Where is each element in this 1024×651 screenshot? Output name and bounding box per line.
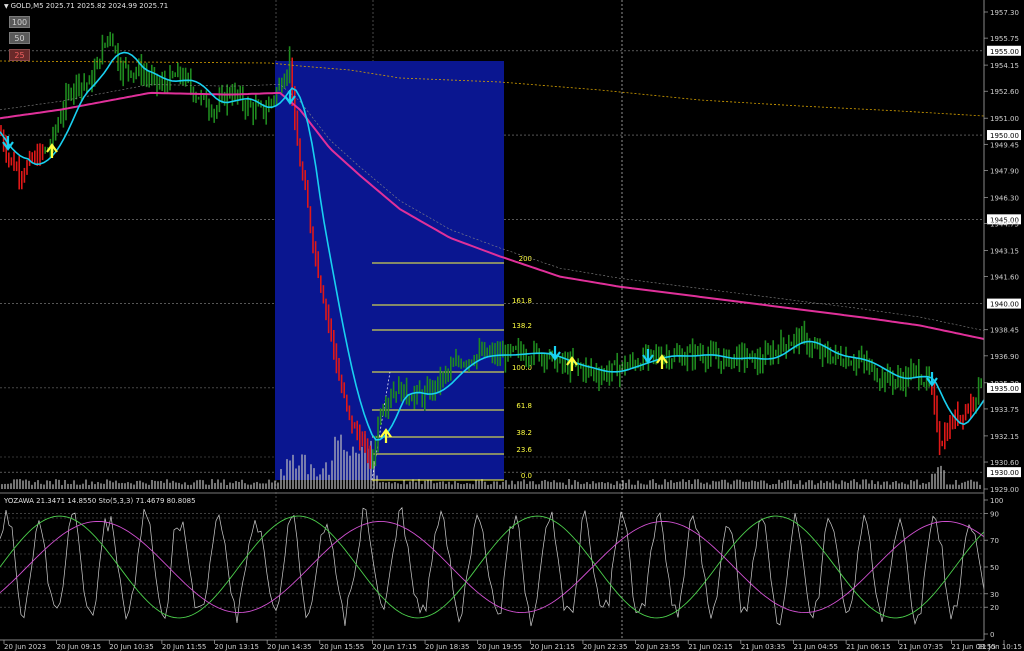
oscillator-axis-label: 70 — [990, 537, 999, 545]
price-chart[interactable]: 200161.8138.2100.061.838.223.60.0 1957.3… — [0, 0, 1024, 651]
price-label: 1935.00 — [990, 385, 1019, 393]
time-label: 20 Jun 10:35 — [109, 643, 153, 651]
price-label: 1933.75 — [990, 406, 1019, 414]
oscillator-axis: 100 90 70 50 30 20 0 — [984, 497, 1003, 639]
price-label: 1955.00 — [990, 48, 1019, 56]
time-label: 20 Jun 19:55 — [478, 643, 522, 651]
symbol-label: GOLD,M5 2025.71 2025.82 2024.99 2025.71 — [10, 2, 169, 10]
price-label: 1952.60 — [990, 88, 1019, 96]
time-label: 21 Jun 04:55 — [793, 643, 837, 651]
time-label: 20 Jun 21:15 — [530, 643, 574, 651]
price-axis: 1957.30 1955.75 1955.00 1954.15 1952.60 1951.… — [984, 9, 1021, 494]
price-label: 1930.00 — [990, 469, 1019, 477]
time-label: 21 Jun 10:15 — [978, 643, 1022, 651]
fib-level-label: 138.2 — [512, 322, 532, 330]
price-label: 1940.00 — [990, 301, 1019, 309]
time-label: 20 Jun 18:35 — [425, 643, 469, 651]
price-label: 1943.15 — [990, 248, 1019, 256]
price-label: 1941.60 — [990, 274, 1019, 282]
oscillator-axis-label: 20 — [990, 604, 999, 612]
oscillator-axis-label: 90 — [990, 510, 999, 518]
oscillator-axis-label: 0 — [990, 631, 994, 639]
zoom-100-button[interactable]: 100 — [9, 16, 30, 28]
fib-level-label: 23.6 — [516, 446, 532, 454]
price-label: 1947.90 — [990, 167, 1019, 175]
time-label: 20 Jun 14:35 — [267, 643, 311, 651]
fib-level-label: 38.2 — [516, 429, 532, 437]
oscillator-axis-label: 100 — [990, 497, 1003, 505]
fib-level-label: 0.0 — [521, 472, 532, 480]
price-label: 1949.45 — [990, 141, 1019, 149]
time-label: 20 Jun 11:55 — [162, 643, 206, 651]
time-label: 21 Jun 03:35 — [741, 643, 785, 651]
oscillator-header: YOZAWA 21.3471 14.8550 Sto(5,3,3) 71.467… — [4, 497, 196, 505]
chart-header: ▼ GOLD,M5 2025.71 2025.82 2024.99 2025.71 — [4, 2, 168, 10]
fib-level-label: 61.8 — [516, 402, 532, 410]
time-label: 21 Jun 06:15 — [846, 643, 890, 651]
fib-level-label: 200 — [519, 255, 532, 263]
price-label: 1955.75 — [990, 35, 1019, 43]
price-label: 1950.00 — [990, 132, 1019, 140]
time-label: 20 Jun 13:15 — [215, 643, 259, 651]
oscillator-lines — [0, 506, 985, 627]
arrow-up-icon — [46, 143, 58, 158]
time-label: 20 Jun 23:55 — [636, 643, 680, 651]
time-label: 21 Jun 02:15 — [688, 643, 732, 651]
zoom-25-button[interactable]: 25 — [9, 49, 30, 61]
price-label: 1946.30 — [990, 194, 1019, 202]
price-label: 1930.60 — [990, 459, 1019, 467]
time-label: 20 Jun 2023 — [4, 643, 46, 651]
dropdown-icon[interactable]: ▼ — [4, 3, 9, 10]
price-label: 1938.45 — [990, 327, 1019, 335]
price-label: 1929.00 — [990, 486, 1019, 494]
time-label: 20 Jun 09:15 — [57, 643, 101, 651]
oscillator-axis-label: 30 — [990, 591, 999, 599]
oscillator-axis-label: 50 — [990, 564, 999, 572]
time-label: 20 Jun 17:15 — [372, 643, 416, 651]
price-label: 1957.30 — [990, 9, 1019, 17]
time-label: 21 Jun 07:35 — [899, 643, 943, 651]
time-label: 20 Jun 15:55 — [320, 643, 364, 651]
time-axis: 20 Jun 2023 20 Jun 09:15 20 Jun 10:35 20 Ju… — [3, 640, 1022, 651]
price-label: 1951.00 — [990, 115, 1019, 123]
price-label: 1936.90 — [990, 353, 1019, 361]
zoom-50-button[interactable]: 50 — [9, 32, 30, 44]
fib-level-label: 161.8 — [512, 297, 532, 305]
time-label: 20 Jun 22:35 — [583, 643, 627, 651]
price-label: 1944.75 — [990, 221, 1019, 229]
price-label: 1932.15 — [990, 433, 1019, 441]
fibonacci-box[interactable] — [275, 61, 504, 480]
price-label: 1954.15 — [990, 62, 1019, 70]
